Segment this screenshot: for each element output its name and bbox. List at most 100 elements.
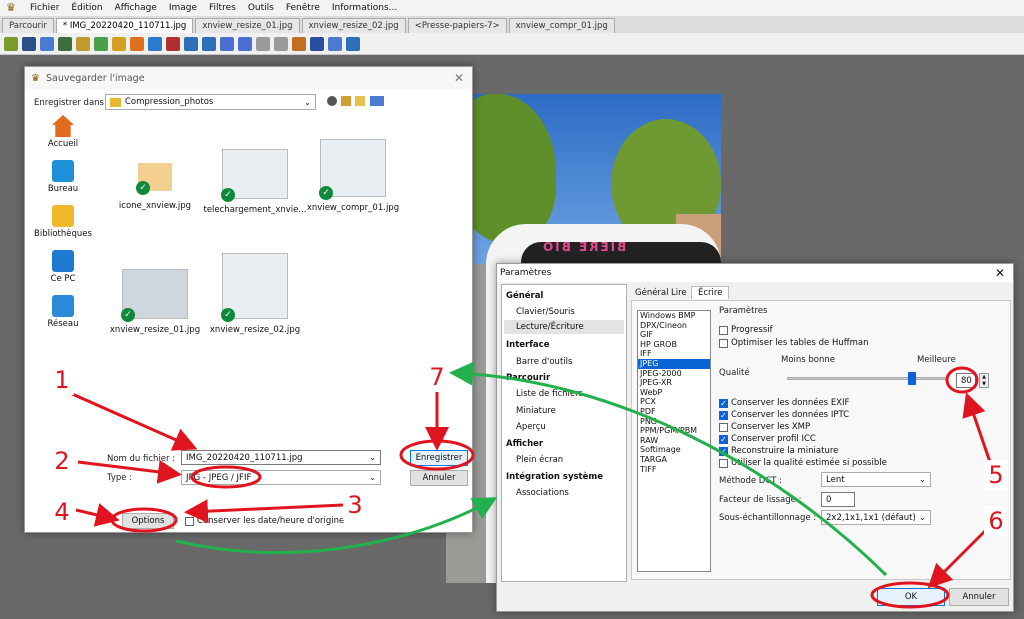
menu-fichier[interactable]: Fichier — [30, 3, 59, 13]
adjust-icon[interactable] — [76, 36, 90, 51]
menu-informations[interactable]: Informations... — [332, 3, 397, 13]
tab-resize-01[interactable]: xnview_resize_01.jpg — [195, 18, 300, 33]
nav-clavier-souris[interactable]: Clavier/Souris — [516, 307, 575, 317]
file-item[interactable]: ✓ xnview_compr_01.jpg — [303, 139, 403, 213]
iptc-checkbox[interactable]: ✓ Conserver les données IPTC — [719, 410, 849, 420]
format-item[interactable]: HP GROB — [638, 340, 710, 350]
slideshow-icon[interactable] — [292, 36, 306, 51]
nav-plein-ecran[interactable]: Plein écran — [516, 455, 563, 465]
format-list[interactable]: Windows BMP DPX/Cineon GIF HP GROB IFF J… — [637, 310, 711, 572]
options-button[interactable]: Options — [122, 513, 174, 529]
format-item-selected[interactable]: JPEG — [638, 358, 710, 369]
tab-general[interactable]: Général — [635, 288, 669, 298]
keep-date-checkbox[interactable]: Conserver les date/heure d'origine — [185, 516, 344, 526]
place-accueil[interactable]: Accueil — [31, 115, 95, 160]
filename-input[interactable]: IMG_20220420_110711.jpg ⌄ — [181, 450, 381, 465]
format-item[interactable]: JPEG-2000 — [638, 369, 710, 379]
nav-liste-fichiers[interactable]: Liste de fichiers — [516, 389, 583, 399]
format-item[interactable]: Windows BMP — [638, 311, 710, 321]
enhance-icon[interactable] — [94, 36, 108, 51]
dct-select[interactable]: Lent ⌄ — [821, 472, 931, 487]
place-bibliotheques[interactable]: Bibliothèques — [31, 205, 95, 250]
effects-icon[interactable] — [130, 36, 144, 51]
tab-img-20220420[interactable]: * IMG_20220420_110711.jpg — [55, 18, 194, 33]
next-icon[interactable] — [238, 36, 252, 51]
info-icon[interactable] — [346, 36, 360, 51]
place-reseau[interactable]: Réseau — [31, 295, 95, 340]
format-item[interactable]: Softimage — [638, 445, 710, 455]
tab-clipboard[interactable]: <Presse-papiers-7> — [407, 18, 507, 33]
quality-input[interactable]: 80 — [956, 373, 976, 388]
nav-associations[interactable]: Associations — [516, 488, 569, 498]
last-icon[interactable] — [274, 36, 288, 51]
format-item[interactable]: TARGA — [638, 455, 710, 465]
up-folder-icon[interactable] — [341, 96, 351, 106]
format-item[interactable]: GIF — [638, 330, 710, 340]
fullscreen-icon[interactable] — [310, 36, 324, 51]
params-cancel-button[interactable]: Annuler — [949, 588, 1009, 606]
nav-interface[interactable]: Interface — [506, 340, 549, 350]
settings-icon[interactable] — [328, 36, 342, 51]
close-icon[interactable]: ✕ — [995, 266, 1005, 280]
exif-checkbox[interactable]: ✓ Conserver les données EXIF — [719, 398, 849, 408]
first-icon[interactable] — [256, 36, 270, 51]
format-item[interactable]: PCX — [638, 397, 710, 407]
subsampling-select[interactable]: 2x2,1x1,1x1 (défaut) ⌄ — [821, 510, 931, 525]
nav-barre-outils[interactable]: Barre d'outils — [516, 357, 572, 367]
format-item[interactable]: TIFF — [638, 465, 710, 475]
format-item[interactable]: PNG — [638, 417, 710, 427]
place-bureau[interactable]: Bureau — [31, 160, 95, 205]
type-select[interactable]: JPG - JPEG / JFIF ⌄ — [181, 470, 381, 485]
tab-parcourir[interactable]: Parcourir — [2, 18, 54, 33]
file-item[interactable]: ✓ xnview_resize_01.jpg — [105, 269, 205, 335]
back-icon[interactable] — [327, 96, 337, 106]
ok-button[interactable]: OK — [877, 588, 945, 606]
file-item[interactable]: ✓ telechargement_xnvie... — [203, 149, 307, 215]
thumbnail-checkbox[interactable]: ✓ Reconstruire la miniature — [719, 446, 838, 456]
format-item[interactable]: PDF — [638, 407, 710, 417]
nav-integration-systeme[interactable]: Intégration système — [506, 472, 603, 482]
xmp-checkbox[interactable]: Conserver les XMP — [719, 422, 810, 432]
file-item[interactable]: ✓ icone_xnview.jpg — [105, 163, 205, 211]
format-item[interactable]: PPM/PGM/PBM — [638, 426, 710, 436]
format-item[interactable]: IFF — [638, 349, 710, 359]
huffman-checkbox[interactable]: Optimiser les tables de Huffman — [719, 338, 869, 348]
cancel-button[interactable]: Annuler — [410, 470, 468, 486]
nav-afficher[interactable]: Afficher — [506, 439, 543, 449]
rotate-icon[interactable] — [40, 36, 54, 51]
zoom-in-icon[interactable] — [184, 36, 198, 51]
tab-resize-02[interactable]: xnview_resize_02.jpg — [301, 18, 406, 33]
previous-icon[interactable] — [220, 36, 234, 51]
badge-icon[interactable] — [166, 36, 180, 51]
display-icon[interactable] — [148, 36, 162, 51]
tab-lire[interactable]: Lire — [671, 288, 687, 298]
zoom-out-icon[interactable] — [202, 36, 216, 51]
view-menu-icon[interactable] — [370, 96, 384, 106]
save-button[interactable]: Enregistrer — [410, 450, 468, 466]
menu-affichage[interactable]: Affichage — [115, 3, 157, 13]
folder-select[interactable]: Compression_photos ⌄ — [105, 94, 316, 110]
new-folder-icon[interactable] — [355, 96, 365, 106]
estimated-quality-checkbox[interactable]: Utiliser la qualité estimée si possible — [719, 458, 887, 468]
menu-outils[interactable]: Outils — [248, 3, 274, 13]
save-icon[interactable] — [22, 36, 36, 51]
quality-slider[interactable] — [787, 372, 947, 385]
format-item[interactable]: WebP — [638, 388, 710, 398]
nav-lecture-ecriture[interactable]: Lecture/Écriture — [504, 320, 624, 334]
browse-icon[interactable] — [4, 36, 18, 51]
icc-checkbox[interactable]: ✓ Conserver profil ICC — [719, 434, 816, 444]
nav-parcourir[interactable]: Parcourir — [506, 373, 550, 383]
format-item[interactable]: JPEG-XR — [638, 378, 710, 388]
menu-fenetre[interactable]: Fenêtre — [286, 3, 320, 13]
quality-spinner[interactable]: ▲ ▼ — [979, 373, 989, 388]
place-ce-pc[interactable]: Ce PC — [31, 250, 95, 295]
tab-compr-01[interactable]: xnview_compr_01.jpg — [508, 18, 615, 33]
nav-miniature[interactable]: Miniature — [516, 406, 556, 416]
smoothing-input[interactable]: 0 — [821, 492, 855, 507]
nav-general[interactable]: Général — [506, 291, 543, 301]
file-item[interactable]: ✓ xnview_resize_02.jpg — [205, 253, 305, 335]
format-item[interactable]: RAW — [638, 436, 710, 446]
slider-thumb[interactable] — [908, 372, 916, 385]
menu-filtres[interactable]: Filtres — [209, 3, 236, 13]
tab-ecrire[interactable]: Écrire — [691, 286, 730, 299]
